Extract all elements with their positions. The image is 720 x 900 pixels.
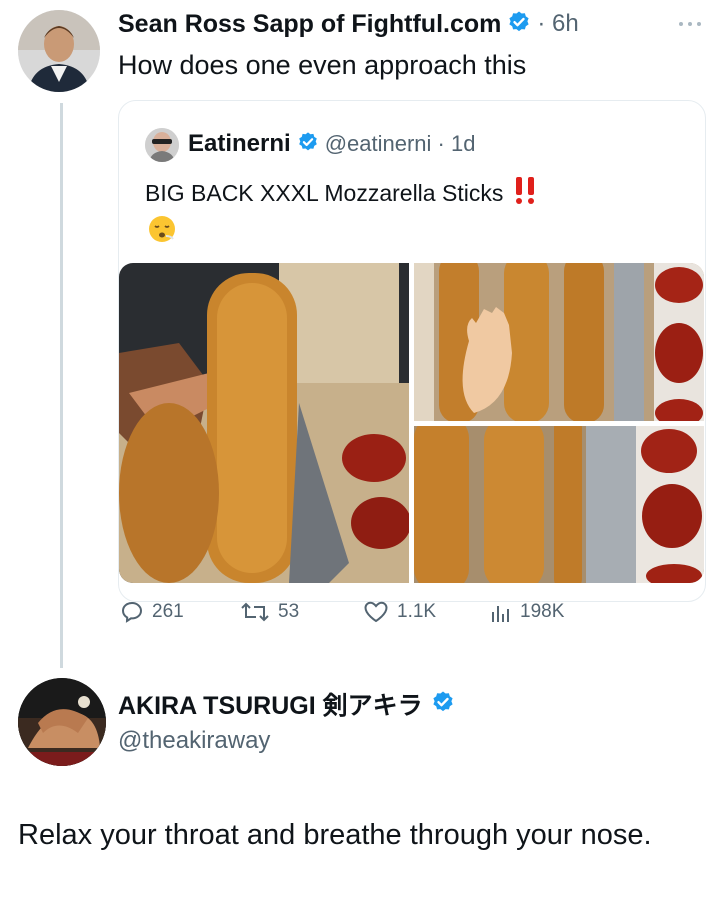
reply-icon	[121, 601, 143, 623]
views-chart-icon	[492, 606, 509, 622]
views-count: 198K	[520, 601, 565, 622]
reply-verified-badge-icon	[431, 690, 455, 719]
double-exclamation-icon	[513, 175, 539, 211]
tweet-header: Sean Ross Sapp of Fightful.com · 6h	[118, 6, 579, 42]
exhaling-face-emoji-icon	[147, 214, 177, 244]
like-action[interactable]: 1.1K	[363, 600, 436, 624]
reply-action[interactable]: 261	[120, 600, 184, 624]
quote-handle[interactable]: @eatinerni · 1d	[325, 131, 476, 157]
quote-author-name[interactable]: Eatinerni	[188, 130, 291, 158]
reply-handle[interactable]: @theakiraway	[118, 727, 270, 755]
quote-text: BIG BACK XXXL Mozzarella Sticks	[145, 179, 504, 206]
quote-header: Eatinerni @eatinerni · 1d	[188, 126, 475, 162]
reply-author-avatar[interactable]	[18, 678, 106, 766]
reply-count: 261	[152, 601, 184, 622]
retweet-count: 53	[278, 601, 300, 622]
retweet-action[interactable]: 53	[240, 600, 299, 624]
media-image-3[interactable]	[414, 426, 704, 583]
quote-author-avatar[interactable]	[145, 128, 179, 162]
author-name[interactable]: Sean Ross Sapp of Fightful.com	[118, 10, 501, 39]
quote-verified-badge-icon	[297, 131, 319, 158]
verified-badge-icon	[507, 10, 531, 39]
reply-text: Relax your throat and breathe through yo…	[18, 819, 652, 851]
tweet-time[interactable]: · 6h	[537, 10, 578, 38]
author-avatar[interactable]	[18, 10, 100, 92]
reply-author-name[interactable]: AKIRA TSURUGI 剣アキラ	[118, 686, 423, 722]
media-image-2[interactable]	[414, 263, 704, 421]
like-count: 1.1K	[397, 601, 437, 622]
more-options-icon[interactable]	[676, 16, 704, 30]
media-image-1[interactable]	[119, 263, 409, 583]
thread-connector-line	[60, 103, 63, 668]
tweet-text: How does one even approach this	[118, 50, 527, 80]
heart-icon	[364, 601, 388, 623]
retweet-icon	[241, 602, 269, 622]
quote-text-line: BIG BACK XXXL Mozzarella Sticks	[145, 175, 539, 211]
views-action[interactable]: 198K	[490, 600, 564, 624]
reply-header: AKIRA TSURUGI 剣アキラ	[118, 686, 455, 722]
